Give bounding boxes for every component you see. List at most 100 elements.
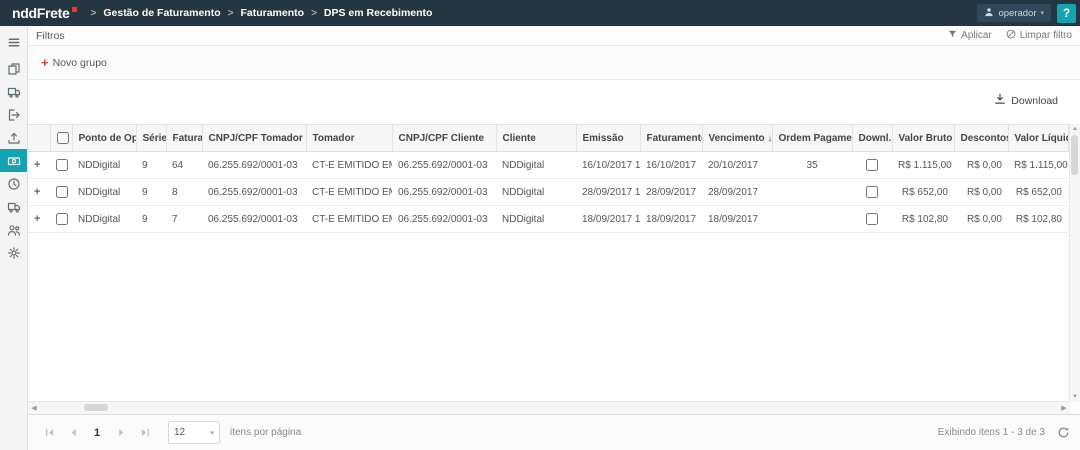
horizontal-scrollbar[interactable]: ◀ ▶ (28, 401, 1070, 414)
plus-icon: + (41, 58, 49, 68)
scroll-left-icon[interactable]: ◀ (28, 402, 40, 413)
cell-emissao: 16/10/2017 14:39 (576, 152, 640, 179)
filters-title: Filtros (36, 30, 65, 42)
chevron-right-icon: > (311, 8, 317, 19)
cell-cnpj_tomador: 06.255.692/0001-03 (202, 152, 306, 179)
cell-fatura: 64 (166, 152, 202, 179)
last-page-button[interactable] (134, 422, 156, 444)
sign-out-icon[interactable] (0, 103, 27, 126)
column-header-vencimento[interactable]: Vencimento ↓ (702, 125, 772, 152)
first-page-button[interactable] (38, 422, 60, 444)
column-header-cliente[interactable]: Cliente (496, 125, 576, 152)
column-header-emissao[interactable]: Emissão (576, 125, 640, 152)
previous-page-button[interactable] (62, 422, 84, 444)
column-header-tomador[interactable]: Tomador (306, 125, 392, 152)
vertical-scrollbar-thumb[interactable] (1071, 135, 1078, 175)
page-size-select[interactable]: 12 ▾ (168, 421, 220, 444)
breadcrumb-item-dps[interactable]: DPS em Recebimento (324, 7, 433, 19)
apply-filter-button[interactable]: Aplicar (948, 29, 992, 42)
sidebar (0, 26, 28, 450)
delivery-icon[interactable] (0, 195, 27, 218)
filters-panel-header: Filtros Aplicar Limpar filtro (28, 26, 1080, 46)
expand-row-button[interactable]: + (28, 152, 50, 179)
users-icon[interactable] (0, 218, 27, 241)
current-page[interactable]: 1 (86, 427, 108, 439)
cell-faturamento: 28/09/2017 (640, 179, 702, 206)
cell-serie: 9 (136, 152, 166, 179)
scroll-right-icon[interactable]: ▶ (1058, 402, 1070, 413)
row-checkbox[interactable] (56, 159, 68, 171)
column-header-fatura[interactable]: Fatura (166, 125, 202, 152)
refresh-icon[interactable] (1057, 426, 1070, 439)
app-logo-text: nddFrete (12, 5, 70, 21)
truck-icon[interactable] (0, 80, 27, 103)
cell-descontos: R$ 0,00 (954, 152, 1008, 179)
clear-filter-button[interactable]: Limpar filtro (1006, 29, 1072, 42)
next-page-button[interactable] (110, 422, 132, 444)
column-header-ponto[interactable]: Ponto de Ope... (72, 125, 136, 152)
column-header-serie[interactable]: Série (136, 125, 166, 152)
column-header-expand[interactable] (28, 125, 50, 152)
billing-icon[interactable] (0, 149, 27, 172)
row-checkbox[interactable] (56, 213, 68, 225)
column-header-cnpj_cliente[interactable]: CNPJ/CPF Cliente (392, 125, 496, 152)
app-logo[interactable]: nddFrete (0, 5, 91, 21)
cell-valor_bruto: R$ 1.115,00 (892, 152, 954, 179)
column-header-download[interactable]: Downl... (852, 125, 892, 152)
download-checkbox[interactable] (866, 186, 878, 198)
menu-icon[interactable] (0, 31, 27, 54)
scroll-down-icon[interactable]: ▼ (1070, 392, 1080, 402)
pager: 1 12 ▾ itens por página Exibindo itens 1… (28, 414, 1080, 450)
cell-vencimento: 20/10/2017 (702, 152, 772, 179)
user-menu-button[interactable]: operador ▾ (977, 4, 1051, 22)
cell-valor_liquido: R$ 102,80 (1008, 206, 1068, 233)
column-header-valor_bruto[interactable]: Valor Bruto (892, 125, 954, 152)
main-content: Filtros Aplicar Limpar filtro + Novo gru… (28, 26, 1080, 450)
chevron-right-icon: > (228, 8, 234, 19)
topbar-right: operador ▾ ? (977, 0, 1080, 26)
grid-header-row: Ponto de Ope...SérieFaturaCNPJ/CPF Tomad… (28, 125, 1068, 152)
table-row: +NDDigital96406.255.692/0001-03CT-E EMIT… (28, 152, 1068, 179)
download-button[interactable]: Download (988, 92, 1064, 109)
data-grid: Ponto de Ope...SérieFaturaCNPJ/CPF Tomad… (28, 124, 1069, 233)
user-label: operador (998, 8, 1036, 19)
column-header-descontos[interactable]: Descontos (954, 125, 1008, 152)
new-group-button[interactable]: + Novo grupo (41, 57, 107, 69)
download-checkbox[interactable] (866, 213, 878, 225)
export-icon[interactable] (0, 126, 27, 149)
cell-descontos: R$ 0,00 (954, 179, 1008, 206)
cell-cnpj_tomador: 06.255.692/0001-03 (202, 206, 306, 233)
select-all-checkbox[interactable] (57, 132, 69, 144)
scroll-up-icon[interactable]: ▲ (1070, 124, 1080, 134)
column-header-check[interactable] (50, 125, 72, 152)
horizontal-scrollbar-thumb[interactable] (84, 404, 108, 411)
copy-icon[interactable] (0, 57, 27, 80)
expand-row-button[interactable]: + (28, 179, 50, 206)
cell-vencimento: 18/09/2017 (702, 206, 772, 233)
vertical-scrollbar[interactable]: ▲ ▼ (1069, 124, 1080, 402)
cell-emissao: 28/09/2017 18:09 (576, 179, 640, 206)
history-icon[interactable] (0, 172, 27, 195)
cell-ponto: NDDigital (72, 152, 136, 179)
cell-valor_bruto: R$ 652,00 (892, 179, 954, 206)
settings-icon[interactable] (0, 241, 27, 264)
download-checkbox[interactable] (866, 159, 878, 171)
help-button[interactable]: ? (1057, 4, 1076, 23)
table-row: +NDDigital9706.255.692/0001-03CT-E EMITI… (28, 206, 1068, 233)
table-row: +NDDigital9806.255.692/0001-03CT-E EMITI… (28, 179, 1068, 206)
sort-desc-icon: ↓ (765, 133, 772, 144)
expand-row-button[interactable]: + (28, 206, 50, 233)
cell-ponto: NDDigital (72, 206, 136, 233)
cell-ordem: 35 (772, 152, 852, 179)
column-header-valor_liquido[interactable]: Valor Líquido (1008, 125, 1068, 152)
row-checkbox[interactable] (56, 186, 68, 198)
filter-group-bar: + Novo grupo (28, 46, 1080, 80)
breadcrumb-item-faturamento[interactable]: Faturamento (240, 7, 304, 19)
cell-cliente: NDDigital (496, 206, 576, 233)
cell-serie: 9 (136, 179, 166, 206)
column-header-ordem[interactable]: Ordem Pagamento (772, 125, 852, 152)
breadcrumb-item-gestao[interactable]: Gestão de Faturamento (103, 7, 220, 19)
pager-summary: Exibindo itens 1 - 3 de 3 (938, 427, 1045, 438)
column-header-cnpj_tomador[interactable]: CNPJ/CPF Tomador (202, 125, 306, 152)
column-header-faturamento[interactable]: Faturamento (640, 125, 702, 152)
